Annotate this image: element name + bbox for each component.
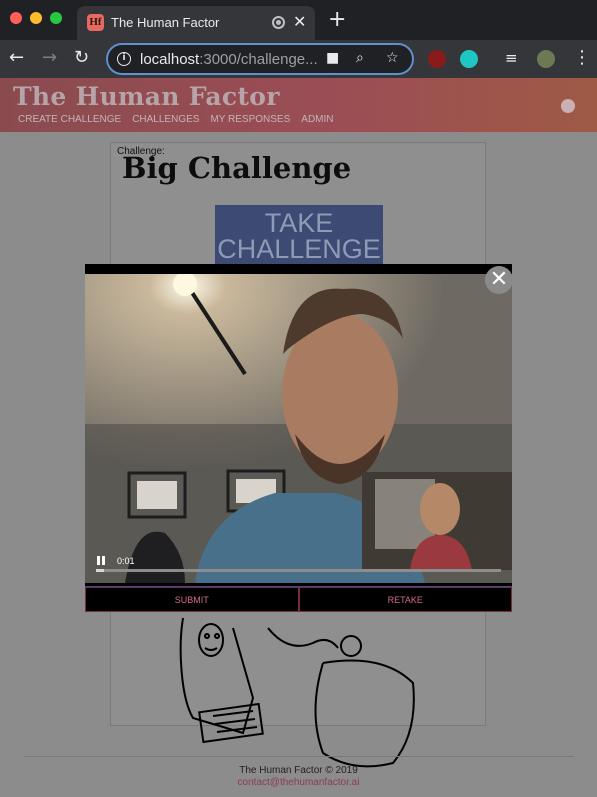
zoom-icon[interactable]: ⌕ <box>356 50 364 66</box>
video-progress-bar[interactable] <box>96 569 501 572</box>
info-icon[interactable]: i <box>117 52 131 66</box>
favicon-icon: Hf <box>87 14 104 31</box>
nav-challenges[interactable]: CHALLENGES <box>132 114 199 125</box>
bookmark-star-icon[interactable]: ☆ <box>386 50 399 66</box>
recording-icon <box>272 16 285 29</box>
site-title[interactable]: The Human Factor <box>13 82 280 111</box>
media-control-icon[interactable]: ≡ <box>505 49 518 67</box>
video-frame <box>85 274 512 583</box>
new-tab-icon[interactable]: + <box>328 9 346 31</box>
video-time: 0:01 <box>117 556 135 566</box>
url-path: :3000/challenge... <box>199 51 318 68</box>
camera-icon[interactable]: ■ <box>326 50 339 66</box>
minimize-window-button[interactable] <box>30 12 42 24</box>
browser-toolbar: ← → ↻ i localhost:3000/challenge... ■ ⌕ … <box>0 40 597 78</box>
take-challenge-button[interactable]: TAKE CHALLENGE <box>215 205 383 269</box>
footer-copyright: The Human Factor © 2019 <box>239 765 358 776</box>
nav-admin[interactable]: ADMIN <box>301 114 333 125</box>
url-host: localhost <box>140 51 200 68</box>
modal-actions: SUBMIT RETAKE <box>85 586 512 612</box>
submit-button[interactable]: SUBMIT <box>85 587 299 612</box>
pause-icon[interactable] <box>95 554 105 566</box>
maximize-window-button[interactable] <box>50 12 62 24</box>
challenge-title: Big Challenge <box>122 151 352 185</box>
site-header: The Human Factor CREATE CHALLENGE CHALLE… <box>0 78 597 132</box>
footer-contact-link[interactable]: contact@thehumanfactor.ai <box>0 777 597 788</box>
url-text: localhost:3000/challenge... <box>140 51 318 68</box>
nav-create-challenge[interactable]: CREATE CHALLENGE <box>18 114 121 125</box>
video-progress-fill <box>96 569 105 572</box>
tab-title: The Human Factor <box>111 15 220 30</box>
address-bar[interactable]: i localhost:3000/challenge... ■ ⌕ ☆ <box>106 43 414 75</box>
site-nav: CREATE CHALLENGE CHALLENGES MY RESPONSES… <box>18 114 334 125</box>
user-account-icon[interactable] <box>561 99 575 113</box>
browser-tab[interactable]: Hf The Human Factor ✕ <box>77 6 315 40</box>
forward-arrow-icon[interactable]: → <box>42 47 57 68</box>
close-modal-icon[interactable]: ✕ <box>485 266 513 294</box>
menu-dots-icon[interactable]: ⋮ <box>573 47 591 68</box>
footer-divider <box>24 756 574 757</box>
ublock-extension-icon[interactable] <box>428 50 446 68</box>
retake-button[interactable]: RETAKE <box>298 587 512 612</box>
profile-avatar[interactable] <box>537 50 555 68</box>
video-player[interactable]: 0:01 <box>85 274 512 583</box>
back-arrow-icon[interactable]: ← <box>9 47 24 68</box>
extension-m-icon[interactable] <box>460 50 478 68</box>
sketch-illustration <box>179 617 415 768</box>
nav-my-responses[interactable]: MY RESPONSES <box>210 114 290 125</box>
video-modal: 0:01 SUBMIT RETAKE <box>85 264 512 612</box>
browser-tab-bar: Hf The Human Factor ✕ + <box>0 0 597 40</box>
reload-icon[interactable]: ↻ <box>74 47 89 68</box>
close-window-button[interactable] <box>10 12 22 24</box>
close-tab-icon[interactable]: ✕ <box>293 12 306 31</box>
